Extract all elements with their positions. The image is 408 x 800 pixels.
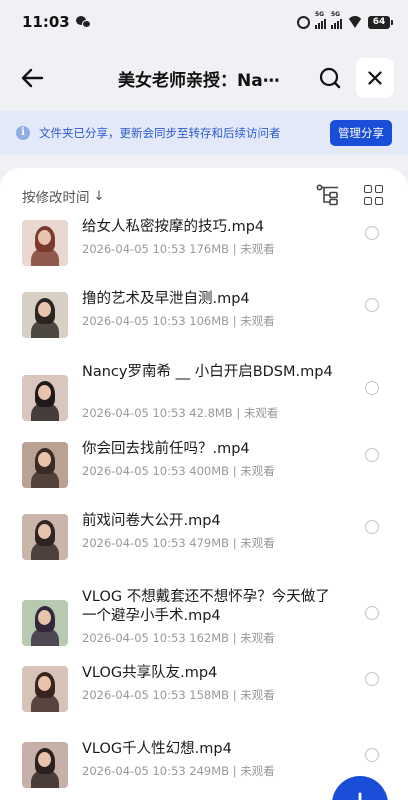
thumbnail-body xyxy=(31,470,59,488)
select-radio[interactable] xyxy=(365,520,379,534)
page-title: 美女老师亲授：Na⋯ xyxy=(118,71,280,91)
file-name: 前戏问卷大公开.mp4 xyxy=(82,513,221,529)
thumbnail-body xyxy=(31,694,59,712)
thumbnail-face xyxy=(38,610,51,625)
select-radio[interactable] xyxy=(365,381,379,395)
file-name: VLOG共享队友.mp4 xyxy=(82,665,218,681)
status-indicators: 5G 5G 64 xyxy=(297,11,393,29)
file-name: 给女人私密按摩的技巧.mp4 xyxy=(82,219,265,235)
thumbnail-body xyxy=(31,770,59,788)
thumbnail-face xyxy=(38,385,51,400)
header: 美女老师亲授：Na⋯ xyxy=(0,56,408,100)
file-name: VLOG 不想戴套还不想怀孕？今天做了一个避孕小手术.mp4 xyxy=(82,589,330,624)
thumbnail-face xyxy=(38,302,51,317)
file-meta: 2026-04-05 10:53 42.8MB | 未观看 xyxy=(82,406,279,420)
file-meta: 2026-04-05 10:53 249MB | 未观看 xyxy=(82,764,275,778)
file-meta: 2026-04-05 10:53 400MB | 未观看 xyxy=(82,464,275,478)
video-thumbnail xyxy=(22,742,68,788)
close-icon xyxy=(368,71,382,85)
grid-view-button[interactable] xyxy=(364,185,384,205)
file-row[interactable]: 你会回去找前任吗？.mp4 2026-04-05 10:53 400MB | 未观… xyxy=(0,440,408,504)
file-meta: 2026-04-05 10:53 479MB | 未观看 xyxy=(82,536,275,550)
thumbnail-face xyxy=(38,452,51,467)
thumbnail-body xyxy=(31,542,59,560)
signal-icon: 5G xyxy=(331,11,342,29)
manage-share-button[interactable]: 管理分享 xyxy=(330,120,392,146)
video-thumbnail xyxy=(22,666,68,712)
file-row[interactable]: VLOG 不想戴套还不想怀孕？今天做了一个避孕小手术.mp4 2026-04-05… xyxy=(0,588,408,652)
status-time: 11:03 xyxy=(22,13,70,31)
file-meta: 2026-04-05 10:53 176MB | 未观看 xyxy=(82,242,275,256)
file-meta: 2026-04-05 10:53 106MB | 未观看 xyxy=(82,314,275,328)
wechat-notification-icon xyxy=(75,15,92,29)
video-thumbnail xyxy=(22,514,68,560)
video-thumbnail xyxy=(22,375,68,421)
select-radio[interactable] xyxy=(365,672,379,686)
search-button[interactable] xyxy=(313,60,347,96)
sort-dropdown[interactable]: 按修改时间 ↓ xyxy=(22,186,105,207)
thumbnail-face xyxy=(38,752,51,767)
tree-view-icon xyxy=(316,184,338,206)
file-name: VLOG千人性幻想.mp4 xyxy=(82,741,232,757)
thumbnail-body xyxy=(31,320,59,338)
select-radio[interactable] xyxy=(365,748,379,762)
file-row[interactable]: 前戏问卷大公开.mp4 2026-04-05 10:53 479MB | 未观看 xyxy=(0,512,408,576)
thumbnail-face xyxy=(38,524,51,539)
share-banner: i 文件夹已分享，更新会同步至转存和后续访问者 管理分享 xyxy=(0,111,408,155)
signal-label: 5G xyxy=(331,10,341,18)
thumbnail-body xyxy=(31,248,59,266)
file-name: 撸的艺术及早泄自测.mp4 xyxy=(82,291,250,307)
wifi-icon xyxy=(347,16,363,28)
file-name: Nancy罗南希 __ 小白开启BDSM.mp4 xyxy=(82,364,333,380)
file-row[interactable]: 给女人私密按摩的技巧.mp4 2026-04-05 10:53 176MB | 未… xyxy=(0,218,408,282)
signal-icon: 5G xyxy=(315,11,326,29)
status-bar: 11:03 5G 5G 64 xyxy=(0,0,408,44)
video-thumbnail xyxy=(22,442,68,488)
search-icon xyxy=(319,67,341,89)
thumbnail-body xyxy=(31,403,59,421)
tree-view-button[interactable] xyxy=(316,184,340,206)
signal-label: 5G xyxy=(315,10,325,18)
thumbnail-body xyxy=(31,628,59,646)
file-name: 你会回去找前任吗？.mp4 xyxy=(82,441,250,457)
close-button[interactable] xyxy=(356,58,394,98)
file-meta: 2026-04-05 10:53 158MB | 未观看 xyxy=(82,688,275,702)
file-row[interactable]: 撸的艺术及早泄自测.mp4 2026-04-05 10:53 106MB | 未观… xyxy=(0,290,408,354)
select-radio[interactable] xyxy=(365,606,379,620)
grid-view-icon xyxy=(364,185,372,193)
select-radio[interactable] xyxy=(365,448,379,462)
back-arrow-icon xyxy=(21,68,44,88)
thumbnail-face xyxy=(38,230,51,245)
video-thumbnail xyxy=(22,292,68,338)
sort-arrow-icon: ↓ xyxy=(93,188,105,204)
file-row[interactable]: Nancy罗南希 __ 小白开启BDSM.mp4 2026-04-05 10:53… xyxy=(0,363,408,427)
sort-label: 按修改时间 xyxy=(22,190,90,206)
video-thumbnail xyxy=(22,600,68,646)
info-icon: i xyxy=(16,126,30,140)
back-button[interactable] xyxy=(16,60,48,96)
select-radio[interactable] xyxy=(365,226,379,240)
file-row[interactable]: VLOG共享队友.mp4 2026-04-05 10:53 158MB | 未观看 xyxy=(0,664,408,728)
thumbnail-face xyxy=(38,676,51,691)
file-meta: 2026-04-05 10:53 162MB | 未观看 xyxy=(82,631,275,645)
video-thumbnail xyxy=(22,220,68,266)
alarm-icon xyxy=(297,15,310,29)
share-banner-text: 文件夹已分享，更新会同步至转存和后续访问者 xyxy=(39,126,281,140)
battery-icon: 64 xyxy=(368,15,393,29)
file-list-panel: 按修改时间 ↓ 给女人私密按摩的技巧.mp4 2026-04-05 10:53 1… xyxy=(0,168,408,800)
select-radio[interactable] xyxy=(365,298,379,312)
